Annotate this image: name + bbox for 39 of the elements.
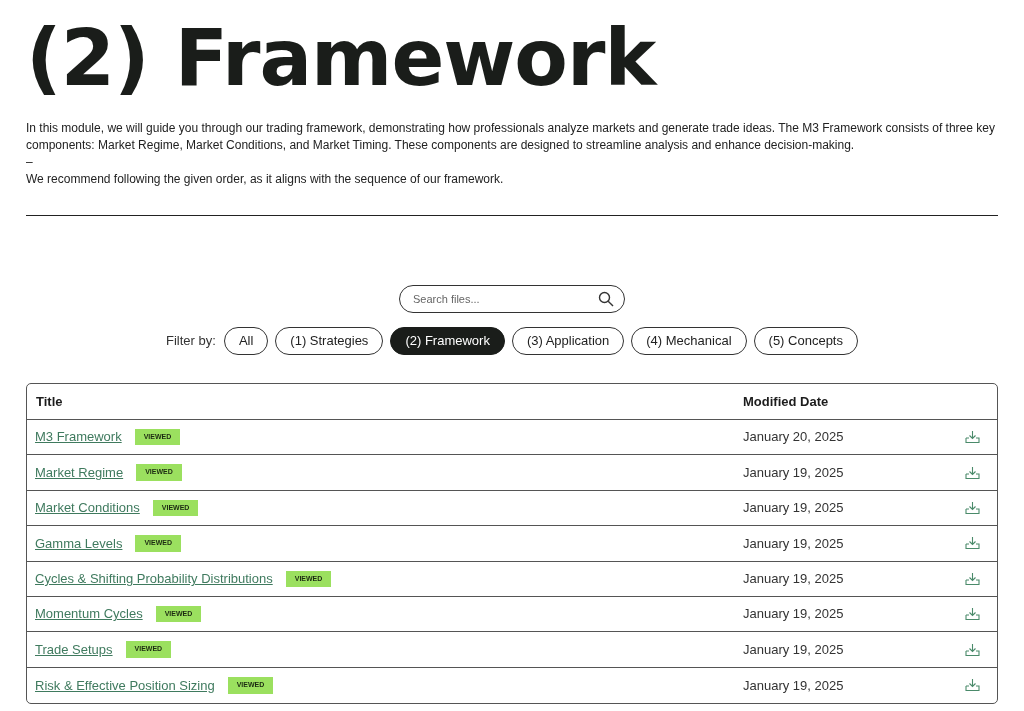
modified-date: January 20, 2025	[743, 428, 845, 447]
file-link[interactable]: M3 Framework	[35, 427, 122, 447]
filter-tab[interactable]: (5) Concepts	[753, 327, 858, 355]
description-text: We recommend following the given order, as it aligns with the sequence of our framework.	[26, 171, 504, 188]
modified-date: January 19, 2025	[743, 640, 845, 659]
download-icon[interactable]	[965, 536, 980, 551]
file-link[interactable]: Market Conditions	[35, 498, 140, 518]
filter-label: Filter by:	[166, 332, 216, 351]
download-icon[interactable]	[965, 430, 980, 445]
download-icon[interactable]	[965, 500, 980, 515]
search-field[interactable]: Search files...	[399, 285, 625, 313]
description-text: In this module, we will guide you through our trading framework, demonstrating how professionals analyze markets and generate trade ideas. The M3 Framework consists of three key components: Market Regime, Market Conditions, and Market Timing. These components are designed to streamline analysis and enhance decision-making.	[26, 120, 996, 154]
modified-date: January 19, 2025	[743, 676, 845, 695]
modified-date: January 19, 2025	[743, 499, 845, 518]
download-icon[interactable]	[965, 571, 980, 586]
filter-tab[interactable]: (4) Mechanical	[631, 327, 747, 355]
file-link[interactable]: Trade Setups	[35, 639, 113, 660]
file-link[interactable]: Gamma Levels	[35, 533, 123, 554]
page-title: (2) Framework	[26, 12, 656, 105]
filter-tab[interactable]: All	[223, 327, 269, 355]
filter-tab[interactable]: (2) Framework	[390, 327, 505, 355]
download-icon[interactable]	[965, 607, 980, 622]
download-icon[interactable]	[965, 642, 980, 657]
file-link[interactable]: Cycles & Shifting Probability Distributions	[35, 569, 273, 589]
search-icon	[598, 291, 614, 307]
file-link[interactable]: Risk & Effective Position Sizing	[35, 675, 215, 696]
modified-date: January 19, 2025	[743, 534, 845, 553]
download-icon[interactable]	[965, 678, 980, 693]
filter-tab[interactable]: (1) Strategies	[275, 327, 384, 355]
description-text: –	[26, 154, 33, 171]
file-link[interactable]: Momentum Cycles	[35, 604, 143, 624]
filter-tab[interactable]: (3) Application	[511, 327, 625, 355]
column-header: Modified Date	[743, 392, 829, 411]
download-icon[interactable]	[965, 465, 980, 480]
modified-date: January 19, 2025	[743, 605, 845, 624]
modified-date: January 19, 2025	[743, 570, 845, 588]
column-header: Title	[35, 392, 64, 411]
modified-date: January 19, 2025	[743, 463, 845, 482]
file-link[interactable]: Market Regime	[35, 462, 124, 483]
